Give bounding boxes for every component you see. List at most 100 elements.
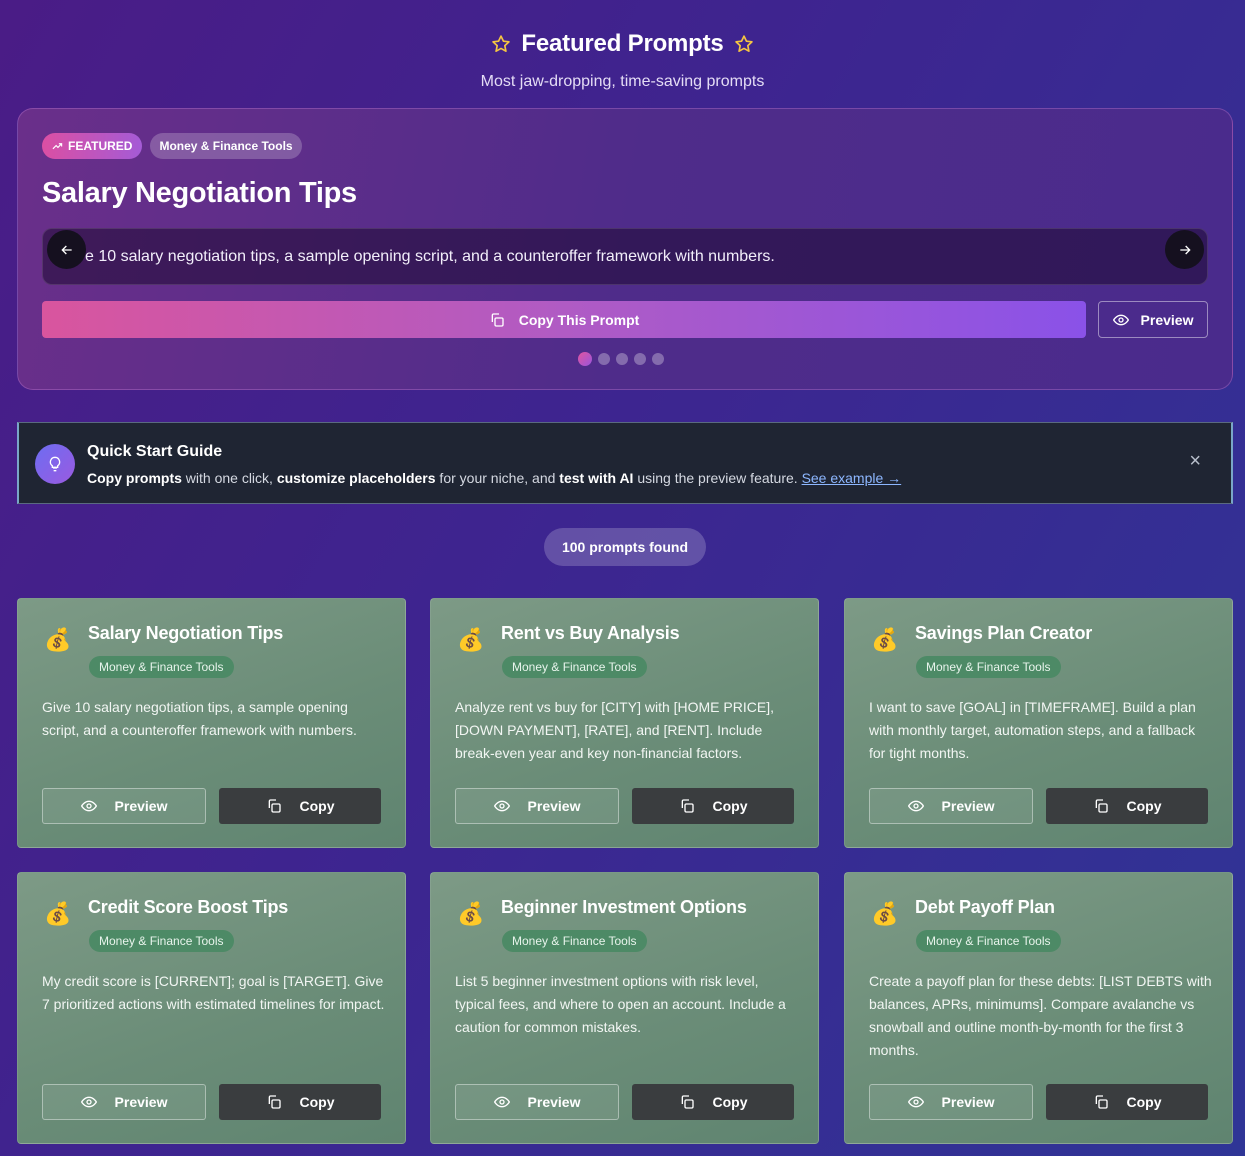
card-category-tag: Money & Finance Tools (89, 930, 234, 952)
card-copy-button[interactable]: Copy (219, 788, 381, 824)
eye-icon (80, 1096, 97, 1108)
card-copy-label: Copy (1126, 1094, 1162, 1110)
card-title: Savings Plan Creator (915, 623, 1093, 643)
card-copy-label: Copy (299, 798, 335, 814)
card-description: My credit score is [CURRENT]; goal is [T… (42, 973, 385, 1012)
guide-bold-1: Copy prompts (87, 470, 182, 486)
copy-prompt-label: Copy This Prompt (518, 311, 640, 328)
star-icon (492, 35, 511, 53)
carousel-dot[interactable] (598, 353, 610, 365)
copy-icon (681, 799, 694, 813)
card-description: Analyze rent vs buy for [CITY] with [HOM… (455, 699, 774, 761)
guide-text: Copy prompts with one click, customize p… (87, 470, 901, 486)
guide-bold-3: test with AI (559, 470, 634, 486)
card-title: Salary Negotiation Tips (88, 623, 284, 643)
guide-bold-2: customize placeholders (276, 470, 436, 486)
card-category-tag: Money & Finance Tools (916, 656, 1061, 678)
prompt-card: 💰 Credit Score Boost Tips Money & Finance … (17, 872, 406, 1144)
eye-icon (493, 800, 510, 812)
card-copy-button[interactable]: Copy (1046, 788, 1208, 824)
card-preview-label: Preview (114, 798, 168, 814)
card-preview-button[interactable]: Preview (869, 1084, 1033, 1120)
carousel-next-button[interactable] (1165, 230, 1204, 269)
card-description: List 5 beginner investment options with … (455, 973, 786, 1035)
featured-badge: FEATURED (42, 133, 143, 159)
copy-icon (268, 799, 281, 813)
card-copy-button[interactable]: Copy (632, 788, 794, 824)
prompt-card: 💰 Rent vs Buy Analysis Money & Finance Too… (430, 598, 819, 848)
card-copy-button[interactable]: Copy (219, 1084, 381, 1120)
carousel-dot[interactable] (616, 353, 628, 365)
guide-text-3: using the preview feature. (633, 470, 802, 486)
trending-icon (52, 142, 63, 149)
card-copy-label: Copy (712, 798, 748, 814)
card-preview-label: Preview (941, 798, 995, 814)
hero-preview-button[interactable]: Preview (1098, 301, 1208, 338)
guide-title: Quick Start Guide (87, 443, 223, 460)
carousel-dots (578, 352, 664, 366)
money-bag-icon: 💰 (871, 901, 899, 926)
card-category-tag: Money & Finance Tools (502, 930, 647, 952)
carousel-prev-button[interactable] (47, 230, 86, 269)
copy-icon (268, 1095, 281, 1109)
prompt-card: 💰 Savings Plan Creator Money & Finance Too… (844, 598, 1233, 848)
card-preview-button[interactable]: Preview (455, 1084, 619, 1120)
page-header: Featured Prompts Most jaw-dropping, time… (0, 30, 1245, 91)
card-preview-label: Preview (941, 1094, 995, 1110)
money-bag-icon: 💰 (44, 627, 72, 652)
money-bag-icon: 💰 (44, 901, 72, 926)
hero-title: Salary Negotiation Tips (42, 177, 357, 209)
card-copy-label: Copy (712, 1094, 748, 1110)
featured-carousel: FEATURED Money & Finance Tools Salary Ne… (17, 108, 1233, 390)
card-title: Beginner Investment Options (501, 897, 747, 917)
card-title: Credit Score Boost Tips (88, 897, 289, 917)
copy-prompt-button[interactable]: Copy This Prompt (42, 301, 1086, 338)
carousel-dot[interactable] (634, 353, 646, 365)
card-copy-button[interactable]: Copy (632, 1084, 794, 1120)
guide-text-1: with one click, (181, 470, 277, 486)
lightbulb-icon (35, 444, 75, 484)
copy-icon (491, 312, 504, 327)
card-category-tag: Money & Finance Tools (502, 656, 647, 678)
card-title: Debt Payoff Plan (915, 897, 1055, 917)
prompt-card: 💰 Debt Payoff Plan Money & Finance Tools Cr… (844, 872, 1233, 1144)
hero-prompt-text: Give 10 salary negotiation tips, a sampl… (42, 228, 1208, 285)
page-subtitle: Most jaw-dropping, time-saving prompts (480, 73, 765, 90)
card-preview-button[interactable]: Preview (42, 788, 206, 824)
card-preview-button[interactable]: Preview (869, 788, 1033, 824)
card-description: I want to save [GOAL] in [TIMEFRAME]. Bu… (869, 699, 1196, 761)
prompt-card: 💰 Beginner Investment Options Money & Fina… (430, 872, 819, 1144)
category-badge: Money & Finance Tools (150, 133, 302, 159)
card-title: Rent vs Buy Analysis (501, 623, 680, 643)
arrow-left-icon (60, 245, 72, 254)
carousel-dot[interactable] (652, 353, 664, 365)
copy-icon (1095, 1095, 1108, 1109)
money-bag-icon: 💰 (457, 901, 485, 926)
arrow-right-icon (1179, 245, 1191, 254)
money-bag-icon: 💰 (457, 627, 485, 652)
eye-icon (907, 1096, 924, 1108)
eye-icon (80, 800, 97, 812)
eye-icon (1112, 314, 1129, 325)
results-count: 100 prompts found (544, 528, 706, 566)
card-description: Create a payoff plan for these debts: [L… (869, 973, 1212, 1058)
hero-preview-label: Preview (1140, 311, 1194, 328)
see-example-link[interactable]: See example → (802, 470, 902, 486)
star-icon (734, 35, 753, 53)
eye-icon (907, 800, 924, 812)
card-copy-button[interactable]: Copy (1046, 1084, 1208, 1120)
prompt-card: 💰 Salary Negotiation Tips Money & Finance … (17, 598, 406, 848)
money-bag-icon: 💰 (871, 627, 899, 652)
copy-icon (681, 1095, 694, 1109)
hero-badges: FEATURED Money & Finance Tools (42, 133, 302, 159)
card-preview-label: Preview (527, 1094, 581, 1110)
card-preview-button[interactable]: Preview (42, 1084, 206, 1120)
card-preview-label: Preview (114, 1094, 168, 1110)
card-copy-label: Copy (1126, 798, 1162, 814)
card-preview-button[interactable]: Preview (455, 788, 619, 824)
close-icon[interactable]: × (1189, 450, 1201, 473)
eye-icon (493, 1096, 510, 1108)
page-title: Featured Prompts (491, 30, 753, 58)
copy-icon (1095, 799, 1108, 813)
carousel-dot[interactable] (578, 352, 592, 366)
